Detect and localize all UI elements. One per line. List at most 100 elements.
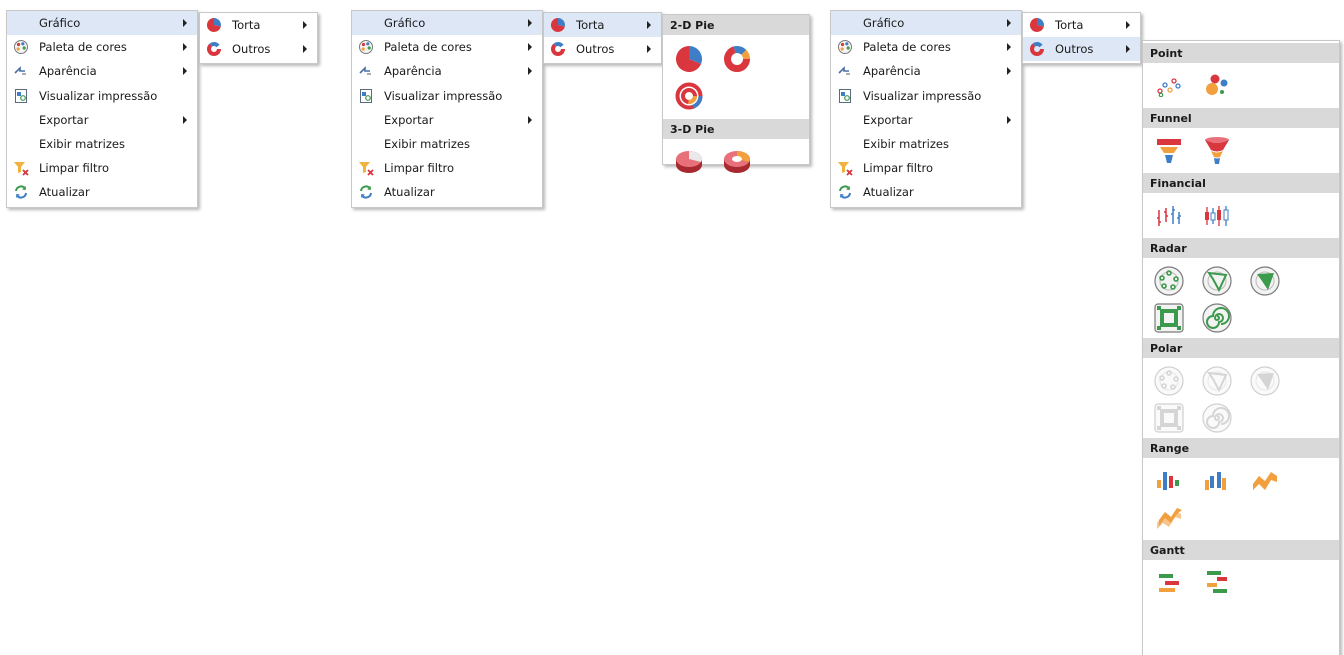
- range-area-3d-button[interactable]: [1149, 499, 1189, 536]
- submenu-item-outros[interactable]: Outros: [1023, 37, 1140, 61]
- side-by-side-range-bar-button[interactable]: [1197, 462, 1237, 499]
- menu-item-grafico[interactable]: Gráfico: [831, 11, 1021, 36]
- menu-item-label: Atualizar: [384, 185, 435, 200]
- gallery-group-header: Financial: [1143, 173, 1339, 193]
- menu-item-visualizar-impressao[interactable]: Visualizar impressão: [352, 84, 542, 108]
- menu-item-limpar-filtro[interactable]: Limpar filtro: [352, 156, 542, 180]
- menu-item-aparencia[interactable]: Aparência: [352, 59, 542, 83]
- chevron-right-icon: [1126, 45, 1130, 53]
- pie-2d-button[interactable]: [669, 40, 709, 77]
- chevron-right-icon: [303, 45, 307, 53]
- palette-icon: [838, 40, 852, 55]
- chart-submenu-2: Torta Outros: [543, 12, 662, 64]
- menu-item-atualizar[interactable]: Atualizar: [831, 180, 1021, 204]
- range-area-icon: [1253, 471, 1277, 490]
- radar-spiral-icon: [1202, 302, 1232, 333]
- menu-item-aparencia[interactable]: Aparência: [831, 59, 1021, 83]
- radar-square-button[interactable]: [1149, 299, 1189, 336]
- menu-item-grafico[interactable]: Gráfico: [352, 11, 542, 36]
- polar-square-icon: [1154, 402, 1184, 433]
- menu-item-label: Exibir matrizes: [863, 137, 949, 152]
- menu-item-aparencia[interactable]: Aparência: [7, 59, 197, 83]
- refresh-icon: [15, 185, 27, 199]
- chevron-right-icon: [528, 115, 532, 124]
- menu-item-exportar[interactable]: Exportar: [352, 108, 542, 132]
- range-bar-icon: [1157, 471, 1179, 490]
- submenu-item-label: Torta: [1055, 18, 1084, 32]
- range-bar-button[interactable]: [1149, 462, 1189, 499]
- submenu-item-label: Torta: [232, 18, 261, 32]
- polar-area-button[interactable]: [1245, 362, 1285, 399]
- submenu-item-outros[interactable]: Outros: [200, 37, 317, 61]
- funnel-3d-button[interactable]: [1197, 132, 1237, 169]
- menu-item-label: Aparência: [39, 64, 97, 79]
- pie-chart-icon: [550, 17, 565, 32]
- bubble-button[interactable]: [1197, 67, 1237, 104]
- range-area-3d-icon: [1157, 507, 1182, 529]
- menu-item-label: Exportar: [384, 112, 434, 127]
- print-preview-icon: [360, 88, 372, 103]
- chevron-right-icon: [647, 45, 651, 53]
- polar-area-icon: [1250, 365, 1280, 396]
- radar-square-icon: [1154, 302, 1184, 333]
- side-by-side-range-bar-icon: [1205, 471, 1226, 490]
- radar-line-icon: [1202, 265, 1232, 296]
- menu-item-paleta-de-cores[interactable]: Paleta de cores: [352, 35, 542, 59]
- gantt-button[interactable]: [1149, 564, 1189, 601]
- side-by-side-gantt-button[interactable]: [1197, 564, 1237, 601]
- context-menu-1: Gráfico Paleta de cores Aparência Visual…: [6, 10, 198, 208]
- range-area-button[interactable]: [1245, 462, 1285, 499]
- chevron-right-icon: [1007, 19, 1011, 27]
- funnel-button[interactable]: [1149, 132, 1189, 169]
- menu-item-exibir-matrizes[interactable]: Exibir matrizes: [352, 132, 542, 156]
- submenu-item-torta[interactable]: Torta: [1023, 13, 1140, 37]
- chevron-right-icon: [528, 19, 532, 27]
- menu-item-visualizar-impressao[interactable]: Visualizar impressão: [831, 84, 1021, 108]
- radar-point-button[interactable]: [1149, 262, 1189, 299]
- doughnut-2d-button[interactable]: [717, 40, 757, 77]
- candlestick-button[interactable]: [1197, 197, 1237, 234]
- polar-line-button[interactable]: [1197, 362, 1237, 399]
- menu-item-exibir-matrizes[interactable]: Exibir matrizes: [7, 132, 197, 156]
- menu-item-atualizar[interactable]: Atualizar: [352, 180, 542, 204]
- menu-item-visualizar-impressao[interactable]: Visualizar impressão: [7, 84, 197, 108]
- polar-point-button[interactable]: [1149, 362, 1189, 399]
- stock-button[interactable]: [1149, 197, 1189, 234]
- polar-square-button[interactable]: [1149, 399, 1189, 436]
- menu-item-limpar-filtro[interactable]: Limpar filtro: [7, 156, 197, 180]
- radar-area-button[interactable]: [1245, 262, 1285, 299]
- menu-item-paleta-de-cores[interactable]: Paleta de cores: [831, 35, 1021, 59]
- chevron-right-icon: [183, 115, 187, 124]
- gallery-group-header: 3-D Pie: [663, 119, 809, 139]
- submenu-item-label: Torta: [576, 18, 605, 32]
- radar-spiral-button[interactable]: [1197, 299, 1237, 336]
- menu-item-exibir-matrizes[interactable]: Exibir matrizes: [831, 132, 1021, 156]
- menu-item-label: Limpar filtro: [39, 161, 109, 176]
- polar-spiral-button[interactable]: [1197, 399, 1237, 436]
- radar-line-button[interactable]: [1197, 262, 1237, 299]
- nested-doughnut-button[interactable]: [669, 77, 709, 114]
- doughnut-3d-button[interactable]: [717, 144, 757, 181]
- chevron-right-icon: [1007, 43, 1011, 52]
- chevron-right-icon: [528, 67, 532, 76]
- menu-item-grafico[interactable]: Gráfico: [7, 11, 197, 36]
- doughnut-2d-icon: [724, 45, 750, 72]
- submenu-item-torta[interactable]: Torta: [544, 13, 661, 37]
- menu-item-exportar[interactable]: Exportar: [831, 108, 1021, 132]
- submenu-item-torta[interactable]: Torta: [200, 13, 317, 37]
- point-button[interactable]: [1149, 67, 1189, 104]
- menu-item-label: Gráfico: [39, 16, 81, 31]
- radar-area-icon: [1250, 265, 1280, 296]
- chart-submenu-3: Torta Outros: [1022, 12, 1141, 64]
- side-by-side-gantt-icon: [1207, 570, 1227, 593]
- submenu-item-outros[interactable]: Outros: [544, 37, 661, 61]
- menu-item-atualizar[interactable]: Atualizar: [7, 180, 197, 204]
- donut-chart-icon: [551, 42, 565, 56]
- pie-3d-button[interactable]: [669, 144, 709, 181]
- chevron-right-icon: [647, 21, 651, 29]
- menu-item-paleta-de-cores[interactable]: Paleta de cores: [7, 35, 197, 59]
- menu-item-limpar-filtro[interactable]: Limpar filtro: [831, 156, 1021, 180]
- chevron-right-icon: [528, 43, 532, 52]
- menu-item-exportar[interactable]: Exportar: [7, 108, 197, 132]
- menu-item-label: Paleta de cores: [863, 40, 951, 55]
